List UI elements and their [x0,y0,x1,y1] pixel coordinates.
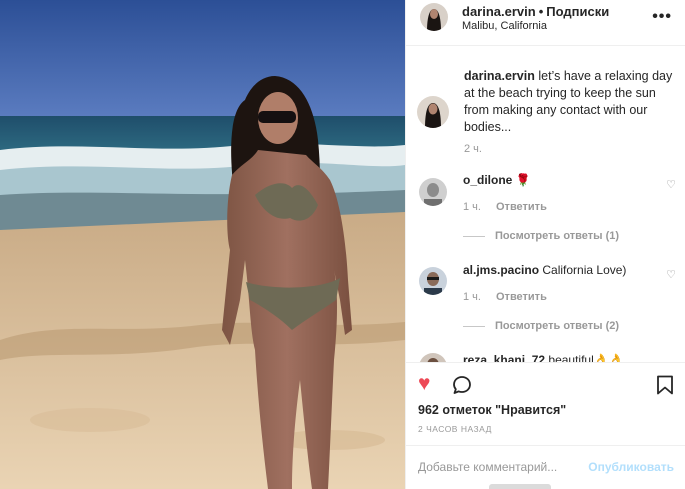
caption-time: 2 ч. [464,143,482,155]
comment-time: 1 ч. [463,291,481,303]
reply-button[interactable]: Ответить [496,291,547,303]
reply-button[interactable]: Ответить [496,201,547,213]
posted-time: 2 ЧАСОВ НАЗАД [418,424,492,434]
more-options-icon[interactable]: ••• [652,8,672,26]
add-comment-row: Опубликовать [406,445,685,489]
comment-time: 1 ч. [463,201,481,213]
thread-line [463,326,485,327]
caption-username[interactable]: darina.ervin [464,69,535,83]
comment-bubble-icon[interactable] [452,375,472,395]
author-username[interactable]: darina.ervin [462,4,536,19]
thread-line [463,236,485,237]
comment-text: reza_khani_72 beautiful👌👌 [463,353,624,362]
caption-avatar[interactable] [417,96,449,128]
beach-photo [0,0,405,489]
location-link[interactable]: Malibu, California [462,20,547,32]
author-line: darina.ervin • Подписки [462,4,609,19]
comment-like-icon[interactable]: ♡ [666,178,676,191]
publish-button[interactable]: Опубликовать [588,460,674,474]
comment-body: beautiful👌👌 [548,353,624,362]
comment-username[interactable]: reza_khani_72 [463,353,545,362]
comments-list[interactable]: darina.ervin let’s have a relaxing day a… [406,47,685,362]
post-photo[interactable] [0,0,405,489]
caption-text: darina.ervin let’s have a relaxing day a… [464,68,674,136]
comment-username[interactable]: o_dilone [463,173,512,187]
comment-text: o_dilone 🌹 [463,173,531,187]
post-actions: ♥ 962 отметок "Нравится" 2 ЧАСОВ НАЗАД О… [406,362,685,489]
comment-like-icon[interactable]: ♡ [666,268,676,281]
likes-count[interactable]: 962 отметок "Нравится" [418,403,566,417]
like-heart-icon[interactable]: ♥ [418,373,430,395]
post-header: darina.ervin • Подписки Malibu, California… [406,0,685,46]
separator-dot: • [538,4,544,19]
comment-input[interactable] [418,460,578,474]
comment-username[interactable]: al.jms.pacino [463,263,539,277]
author-avatar[interactable] [420,3,448,31]
view-replies-button[interactable]: Посмотреть ответы (2) [495,320,619,332]
comment-avatar[interactable] [419,267,447,295]
comment-text: al.jms.pacino California Love) [463,263,626,277]
comment-avatar[interactable] [419,178,447,206]
post-details-panel: darina.ervin • Подписки Malibu, California… [405,0,685,489]
comment-body: California Love) [542,263,627,277]
bookmark-icon[interactable] [656,375,674,395]
view-replies-button[interactable]: Посмотреть ответы (1) [495,230,619,242]
comment-avatar[interactable] [419,353,447,362]
follow-status-button[interactable]: Подписки [546,4,609,19]
rose-emoji: 🌹 [515,173,531,187]
scroll-handle [489,484,551,489]
